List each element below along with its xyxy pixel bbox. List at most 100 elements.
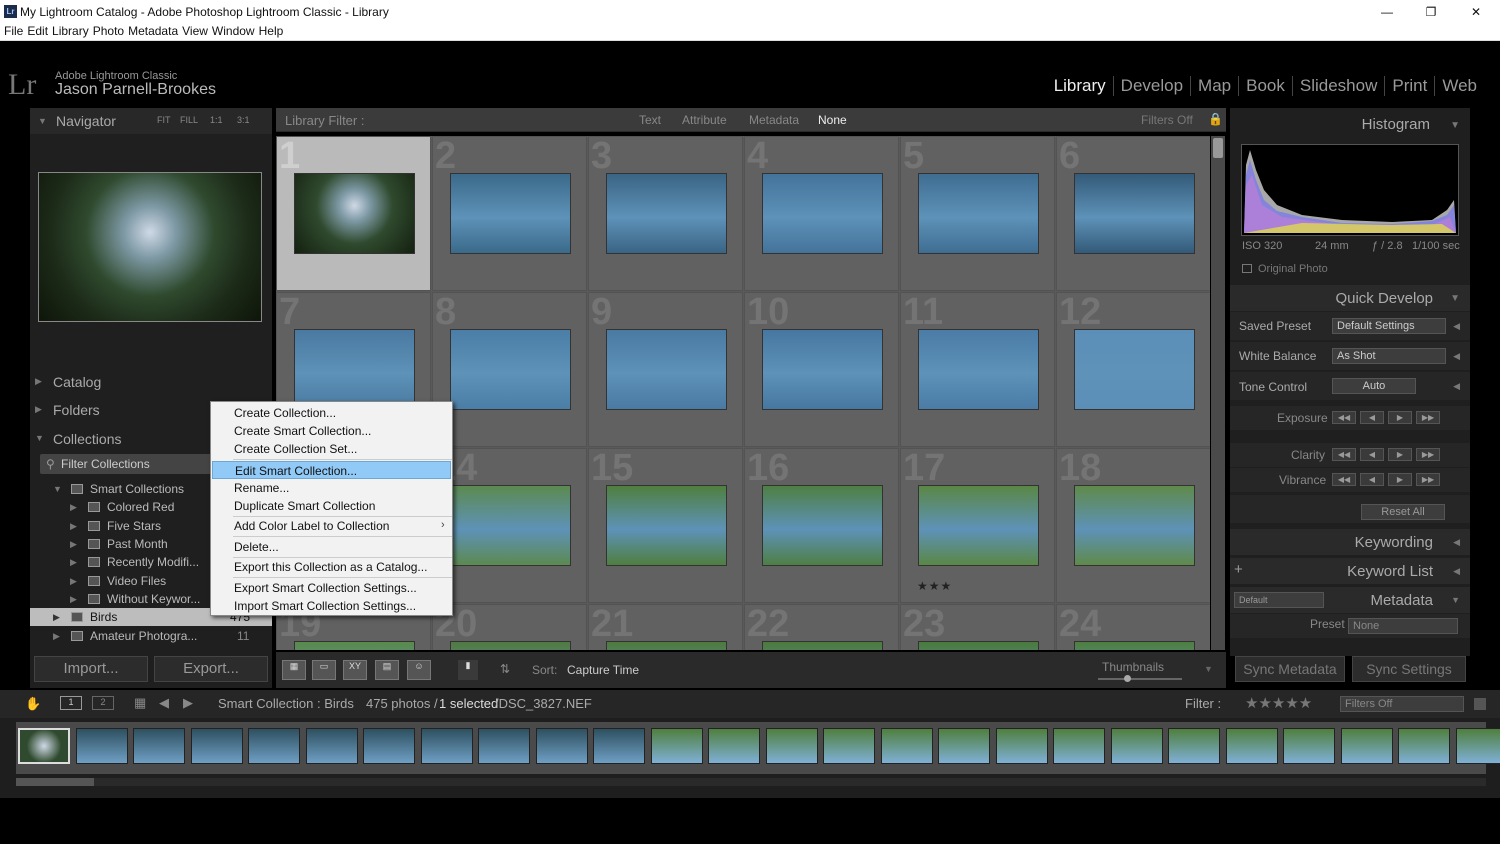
zoom-1-1[interactable]: 1:1 xyxy=(210,115,223,125)
filmstrip-thumbnail[interactable] xyxy=(1168,728,1220,764)
module-develop[interactable]: Develop xyxy=(1112,76,1190,96)
filmstrip-thumbnail[interactable] xyxy=(1455,728,1500,764)
navigator-preview[interactable] xyxy=(38,172,262,322)
secondary-window-button[interactable]: 2 xyxy=(92,696,114,710)
zoom-fit[interactable]: FIT xyxy=(157,115,171,125)
clarity-up-large[interactable]: ▶▶ xyxy=(1416,448,1440,461)
rating-filter-stars[interactable]: ★★★★★ xyxy=(1245,694,1312,712)
menu-create-smart-collection[interactable]: Create Smart Collection... xyxy=(212,422,451,440)
disclosure-triangle-icon[interactable]: ◀ xyxy=(1453,351,1460,362)
original-photo-row[interactable]: Original Photo xyxy=(1230,263,1470,277)
module-web[interactable]: Web xyxy=(1434,76,1484,96)
lock-icon[interactable]: 🔒 xyxy=(1208,112,1223,126)
vibrance-down-small[interactable]: ◀ xyxy=(1360,473,1384,486)
clarity-down-small[interactable]: ◀ xyxy=(1360,448,1384,461)
keyword-list-header[interactable]: + Keyword List ◀ xyxy=(1230,558,1470,584)
back-arrow-icon[interactable]: ◀ xyxy=(159,695,169,711)
grid-cell[interactable]: 17 ★★★ xyxy=(900,447,1055,603)
clarity-up-small[interactable]: ▶ xyxy=(1388,448,1412,461)
grid-thumbnail[interactable] xyxy=(450,173,571,254)
zoom-3-1[interactable]: 3:1 xyxy=(237,115,250,125)
sync-metadata-button[interactable]: Sync Metadata xyxy=(1235,656,1345,682)
menu-import-smart-collection-settings[interactable]: Import Smart Collection Settings... xyxy=(212,597,451,615)
grid-thumbnail[interactable] xyxy=(294,329,415,410)
grid-cell[interactable]: 11 xyxy=(900,291,1055,447)
filmstrip-thumbnail[interactable] xyxy=(1398,728,1450,764)
filters-off-dropdown[interactable]: Filters Off xyxy=(1141,113,1193,127)
menu-duplicate-smart-collection[interactable]: Duplicate Smart Collection xyxy=(212,497,451,515)
grid-cell[interactable]: 14 xyxy=(432,447,587,603)
filmstrip-thumbnail[interactable] xyxy=(420,728,473,764)
grid-thumbnail[interactable] xyxy=(606,329,727,410)
menu-window[interactable]: Window xyxy=(212,24,255,38)
exposure-down-large[interactable]: ◀◀ xyxy=(1332,411,1356,424)
toolbar-menu-chevron-icon[interactable]: ▼ xyxy=(1204,664,1213,674)
thumbnail-size-slider[interactable] xyxy=(1098,678,1182,680)
survey-view-icon[interactable]: ▤ xyxy=(375,660,399,680)
grid-cell[interactable]: 20 xyxy=(432,603,587,650)
menu-photo[interactable]: Photo xyxy=(93,24,124,38)
filmstrip-scrollbar-thumb[interactable] xyxy=(16,778,94,786)
grid-cell[interactable]: 21 xyxy=(588,603,743,650)
compare-view-icon[interactable]: XY xyxy=(343,660,367,680)
sort-dropdown[interactable]: Capture Time xyxy=(567,663,639,677)
filmstrip-thumbnail[interactable] xyxy=(1340,728,1393,764)
catalog-section[interactable]: ▶ Catalog xyxy=(30,369,272,395)
filmstrip-thumbnail[interactable] xyxy=(75,728,128,764)
filmstrip-thumbnail[interactable] xyxy=(1283,728,1335,764)
primary-window-button[interactable]: 1 xyxy=(60,696,82,710)
filmstrip-thumbnail[interactable] xyxy=(1110,728,1163,764)
spray-can-icon[interactable]: ▮ xyxy=(458,660,478,680)
grid-cell[interactable]: 16 xyxy=(744,447,899,603)
filmstrip-thumbnail[interactable] xyxy=(248,728,300,764)
grid-thumbnail[interactable] xyxy=(606,173,727,254)
grid-thumbnail[interactable] xyxy=(294,641,415,650)
filmstrip-thumbnail[interactable] xyxy=(305,728,358,764)
add-keyword-icon[interactable]: + xyxy=(1234,561,1243,578)
grid-cell[interactable]: 18 xyxy=(1056,447,1210,603)
grid-thumbnail[interactable] xyxy=(918,329,1039,410)
filmstrip-thumbnail[interactable] xyxy=(363,728,415,764)
filmstrip-thumbnail[interactable] xyxy=(1053,728,1105,764)
grid-scrollbar-thumb[interactable] xyxy=(1213,138,1223,158)
module-map[interactable]: Map xyxy=(1190,76,1238,96)
vibrance-up-large[interactable]: ▶▶ xyxy=(1416,473,1440,486)
grid-thumbnail[interactable] xyxy=(762,485,883,566)
grid-view-icon[interactable]: ▦ xyxy=(282,660,306,680)
grid-cell[interactable]: 5 xyxy=(900,136,1055,291)
export-button[interactable]: Export... xyxy=(154,656,268,682)
minimize-button[interactable]: — xyxy=(1372,3,1402,21)
keywording-header[interactable]: Keywording ◀ xyxy=(1230,529,1470,555)
quick-develop-header[interactable]: Quick Develop ▼ xyxy=(1230,285,1470,311)
filmstrip-thumbnail[interactable] xyxy=(995,728,1048,764)
grid-thumbnail[interactable] xyxy=(1074,641,1195,650)
module-library[interactable]: Library xyxy=(1047,76,1113,96)
menu-export-collection-as-catalog[interactable]: Export this Collection as a Catalog... xyxy=(212,558,451,576)
forward-arrow-icon[interactable]: ▶ xyxy=(183,695,193,711)
grid-thumbnail[interactable] xyxy=(762,329,883,410)
menu-delete[interactable]: Delete... xyxy=(212,538,451,556)
disclosure-triangle-icon[interactable]: ◀ xyxy=(1453,321,1460,332)
grid-thumbnail[interactable] xyxy=(918,173,1039,254)
menu-edit-smart-collection[interactable]: Edit Smart Collection... xyxy=(212,461,451,479)
grid-thumbnail[interactable] xyxy=(606,641,727,650)
thumbnail-size-handle[interactable] xyxy=(1124,675,1131,682)
menu-view[interactable]: View xyxy=(182,24,208,38)
grid-thumbnail[interactable] xyxy=(918,485,1039,566)
menu-library[interactable]: Library xyxy=(52,24,89,38)
rating-stars[interactable]: ★★★ xyxy=(917,579,952,593)
filter-tab-attribute[interactable]: Attribute xyxy=(682,113,727,127)
filter-tab-metadata[interactable]: Metadata xyxy=(749,113,799,127)
grid-cell[interactable]: 6 xyxy=(1056,136,1210,291)
preset-dropdown[interactable]: None xyxy=(1348,618,1458,634)
grid-thumbnail[interactable] xyxy=(762,173,883,254)
filmstrip-thumbnail[interactable] xyxy=(708,728,760,764)
saved-preset-dropdown[interactable]: Default Settings xyxy=(1332,318,1446,334)
menu-help[interactable]: Help xyxy=(259,24,284,38)
filmstrip-thumbnail[interactable] xyxy=(18,728,70,764)
grid-cell[interactable]: 15 xyxy=(588,447,743,603)
sort-direction-icon[interactable]: ⇅ xyxy=(500,662,510,676)
people-view-icon[interactable]: ☺ xyxy=(407,660,431,680)
filter-tab-text[interactable]: Text xyxy=(639,113,661,127)
grid-thumbnail[interactable] xyxy=(450,485,571,566)
